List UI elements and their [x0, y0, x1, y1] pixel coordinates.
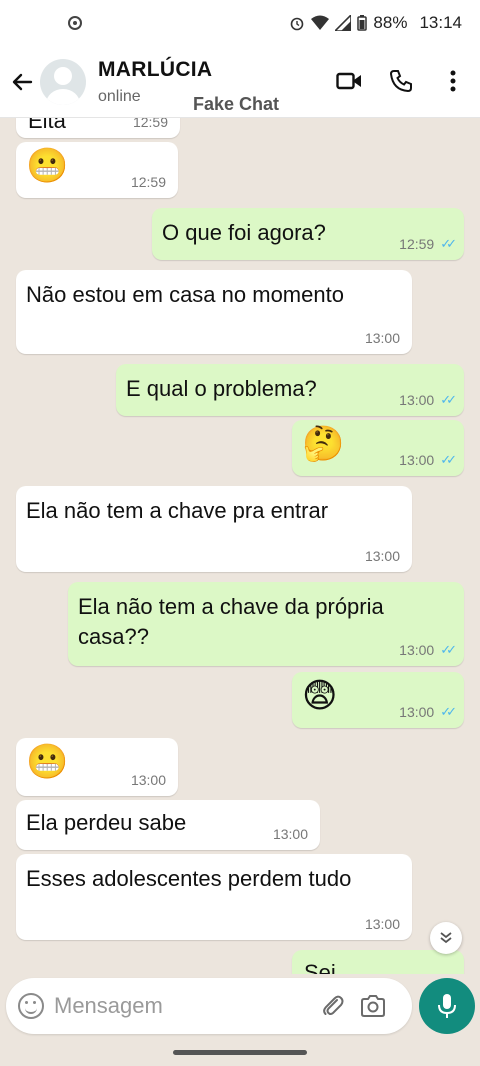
- message-outgoing[interactable]: O que foi agora? 12:59 ✓✓: [152, 208, 464, 260]
- message-text: Sei: [304, 960, 336, 974]
- emoji-icon[interactable]: [18, 993, 44, 1019]
- message-outgoing[interactable]: E qual o problema? 13:00 ✓✓: [116, 364, 464, 416]
- read-ticks-icon: ✓✓: [440, 704, 457, 719]
- message-text: Eita: [28, 118, 66, 133]
- message-text: Ela não tem a chave pra entrar: [26, 498, 329, 523]
- alarm-icon: [291, 17, 304, 31]
- message-outgoing[interactable]: Sei: [292, 950, 464, 974]
- message-incoming[interactable]: 😬 12:59: [16, 142, 178, 198]
- message-emoji: 😬: [26, 743, 69, 781]
- battery-percent: 88%: [373, 13, 408, 32]
- message-input[interactable]: [54, 993, 314, 1019]
- message-time: 13:00: [399, 704, 435, 720]
- message-time: 12:59: [399, 236, 435, 252]
- message-emoji: 😨: [302, 677, 338, 715]
- message-emoji: 🤔: [302, 425, 345, 463]
- message-time: 13:00: [399, 452, 435, 468]
- phone-icon[interactable]: [384, 64, 418, 98]
- message-time: 12:59: [130, 174, 166, 190]
- watermark-label: Fake Chat: [193, 94, 280, 114]
- message-time: 13:00: [399, 642, 435, 658]
- message-time: 13:00: [364, 916, 400, 932]
- message-outgoing[interactable]: 🤔 13:00 ✓✓: [292, 420, 464, 476]
- message-incoming[interactable]: Ela não tem a chave pra entrar 13:00: [16, 486, 412, 572]
- message-time: 13:00: [364, 548, 400, 564]
- wifi-icon: [311, 15, 330, 30]
- chat-thread[interactable]: Eita 12:59 😬 12:59 O que foi agora? 12:5…: [0, 118, 480, 974]
- message-incoming[interactable]: Esses adolescentes perdem tudo 13:00: [16, 854, 412, 940]
- message-time: 12:59: [132, 118, 168, 130]
- read-ticks-icon: ✓✓: [440, 452, 457, 467]
- video-call-icon[interactable]: [332, 64, 366, 98]
- message-time: 13:00: [272, 826, 308, 842]
- message-text: Esses adolescentes perdem tudo: [26, 866, 352, 891]
- message-text: E qual o problema?: [126, 376, 317, 401]
- avatar[interactable]: [40, 58, 86, 105]
- gesture-nav-bar[interactable]: [173, 1050, 307, 1055]
- attach-icon[interactable]: [318, 991, 348, 1021]
- scroll-down-button[interactable]: [430, 922, 462, 954]
- back-arrow-icon[interactable]: [4, 64, 40, 100]
- message-text: O que foi agora?: [162, 220, 326, 245]
- battery-icon: [357, 15, 368, 31]
- read-ticks-icon: ✓✓: [440, 236, 457, 251]
- message-emoji: 😬: [26, 147, 69, 185]
- mic-button[interactable]: [419, 978, 475, 1034]
- message-incoming[interactable]: Eita 12:59: [16, 118, 180, 138]
- message-text: Não estou em casa no momento: [26, 282, 344, 307]
- double-chevron-down-icon: [440, 932, 452, 944]
- message-time: 13:00: [364, 330, 400, 346]
- contact-name: MARLÚCIA: [98, 57, 213, 81]
- clock: 13:14: [419, 13, 462, 32]
- read-ticks-icon: ✓✓: [440, 392, 457, 407]
- message-outgoing[interactable]: 😨 13:00 ✓✓: [292, 672, 464, 728]
- more-vert-icon[interactable]: [436, 64, 470, 98]
- location-icon: [68, 16, 82, 30]
- read-ticks-icon: ✓✓: [440, 642, 457, 657]
- message-time: 13:00: [130, 772, 166, 788]
- message-outgoing[interactable]: Ela não tem a chave da própria casa?? 13…: [68, 582, 464, 666]
- message-incoming[interactable]: 😬 13:00: [16, 738, 178, 796]
- message-text: Ela não tem a chave da própria casa??: [78, 594, 384, 649]
- signal-icon: [335, 15, 352, 31]
- message-composer: [6, 978, 412, 1034]
- message-incoming[interactable]: Ela perdeu sabe 13:00: [16, 800, 320, 850]
- message-incoming[interactable]: Não estou em casa no momento 13:00: [16, 270, 412, 354]
- message-text: Ela perdeu sabe: [26, 810, 187, 835]
- mic-icon: [438, 994, 456, 1018]
- status-bar: 88% 13:14: [0, 0, 480, 46]
- camera-icon[interactable]: [358, 991, 388, 1021]
- message-time: 13:00: [399, 392, 435, 408]
- chat-header: MARLÚCIA online Fake Chat: [0, 46, 480, 118]
